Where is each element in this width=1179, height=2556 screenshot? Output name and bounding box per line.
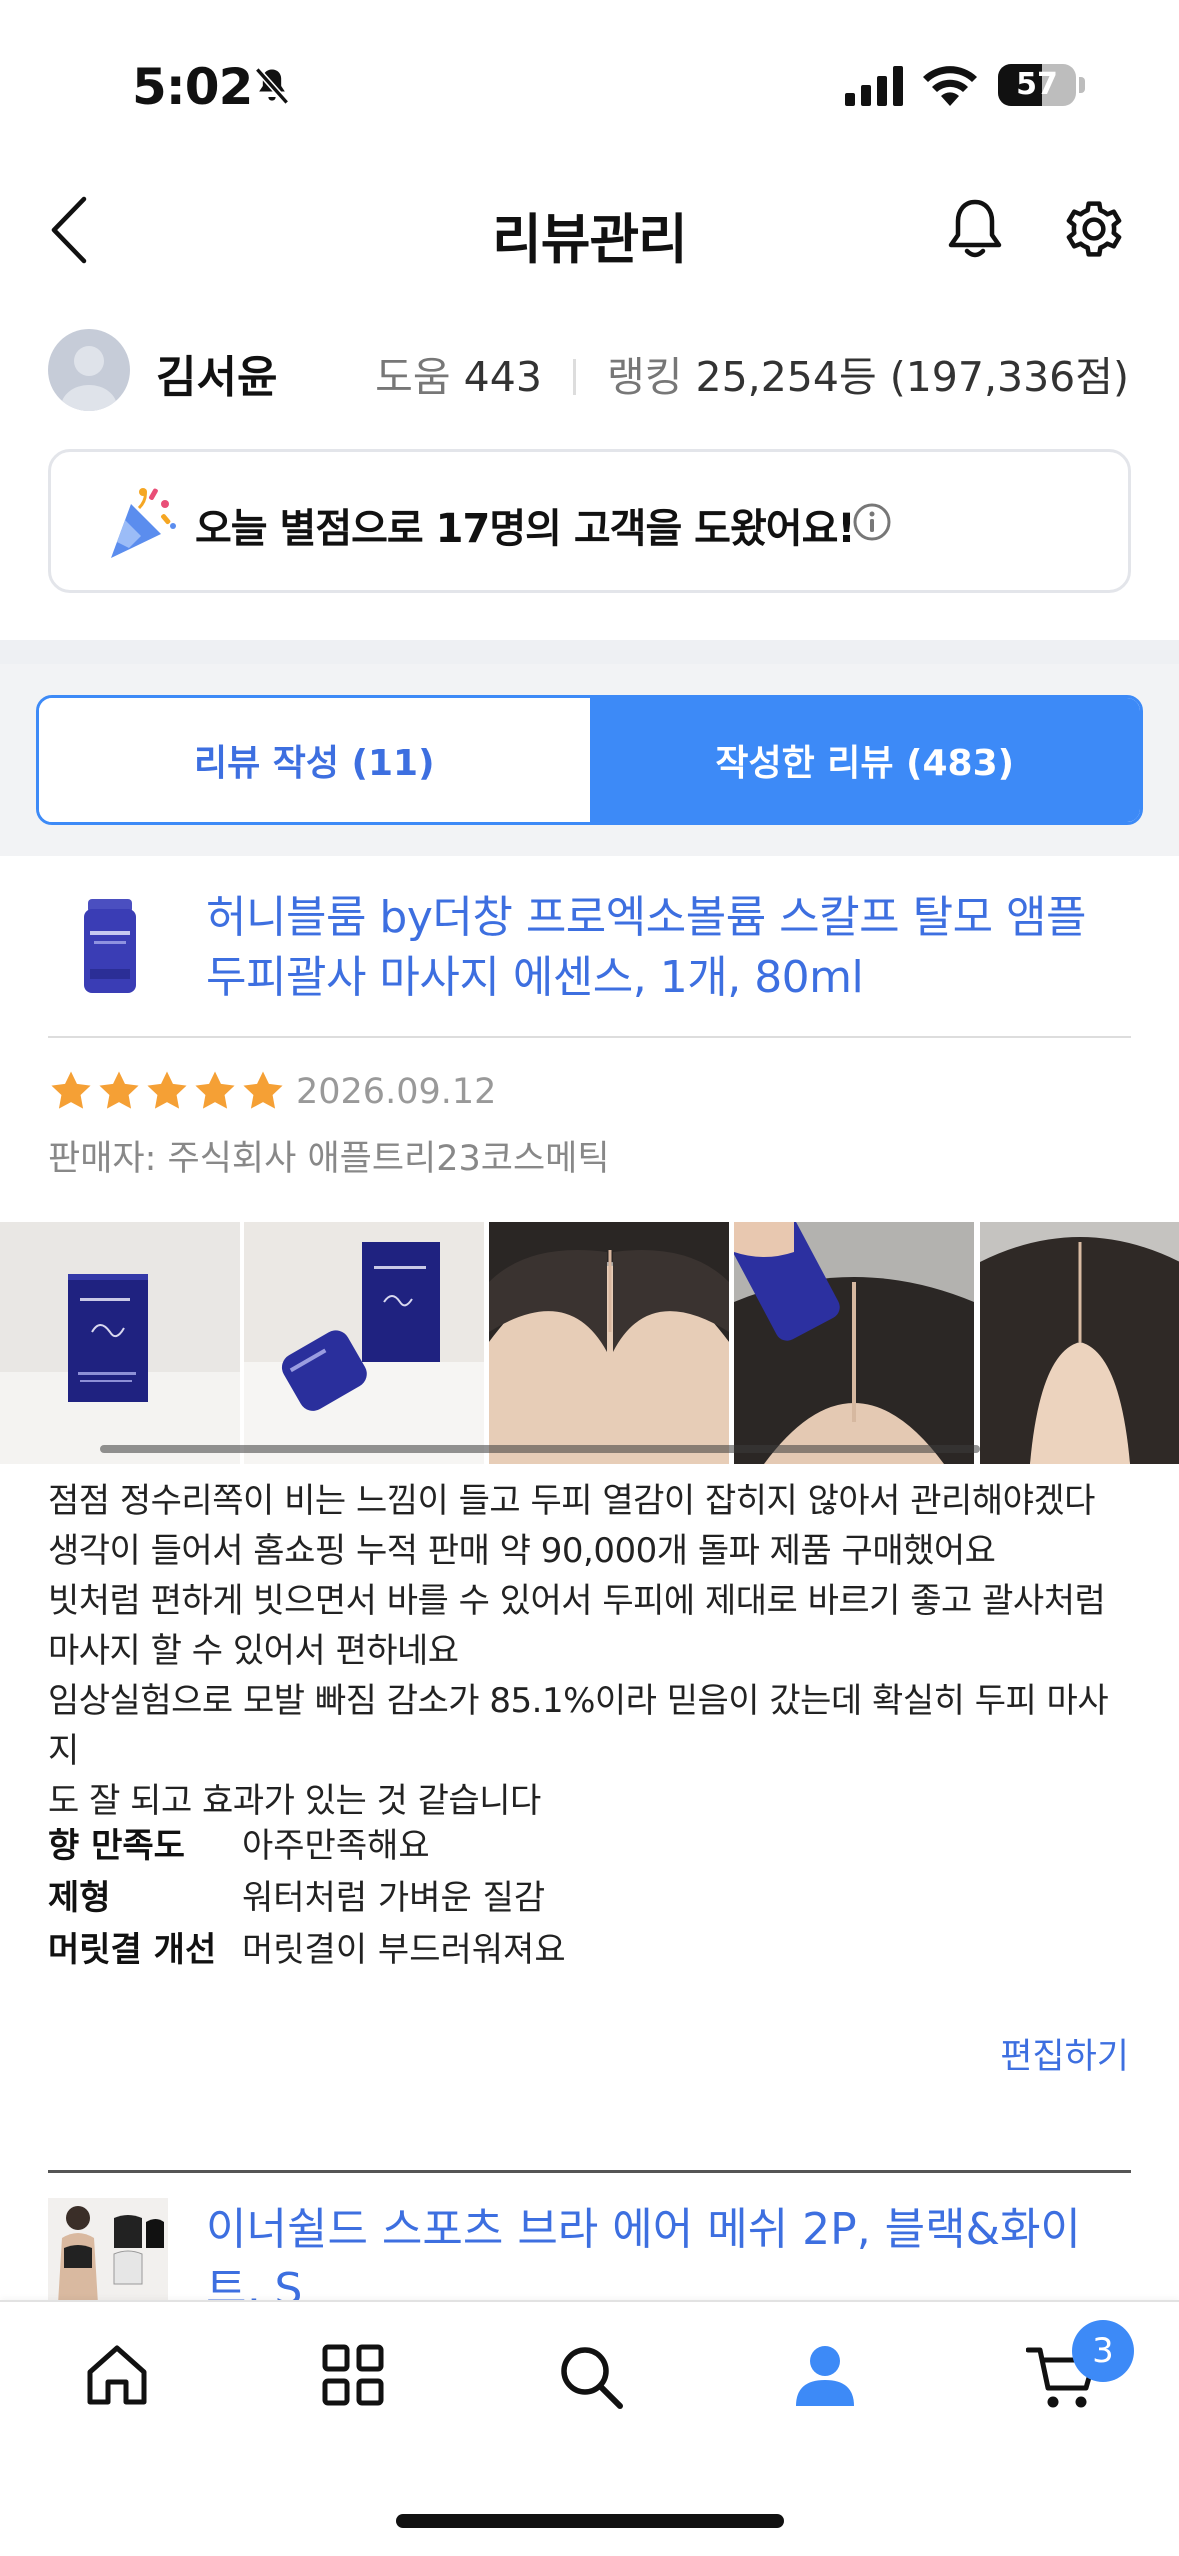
edit-review-button[interactable]: 편집하기 — [1000, 2028, 1129, 2079]
review-photos[interactable] — [0, 1222, 1179, 1464]
divider — [48, 2170, 1131, 2173]
star-icon — [51, 1071, 91, 1109]
ranking-value: 25,254등 (197,336점) — [695, 353, 1129, 401]
review-attributes: 향 만족도 아주만족해요 제형 워터처럼 가벼운 질감 머릿결 개선 머릿결이 … — [48, 1816, 1048, 1972]
search-icon[interactable] — [556, 2342, 626, 2412]
star-icon — [147, 1071, 187, 1109]
review-line: 점점 정수리쪽이 비는 느낌이 들고 두피 열감이 잡히지 않아서 관리해야겠다 — [48, 1481, 1095, 1521]
review-photo-3[interactable] — [489, 1222, 729, 1464]
helped-customers-banner: 오늘 별점으로 17명의 고객을 도왔어요! — [48, 449, 1131, 593]
attribute-row: 제형 워터처럼 가벼운 질감 — [48, 1868, 1048, 1920]
review-body: 점점 정수리쪽이 비는 느낌이 들고 두피 열감이 잡히지 않아서 관리해야겠다… — [48, 1476, 1138, 1826]
avatar[interactable] — [48, 329, 130, 411]
app-header: 리뷰관리 — [0, 175, 1179, 285]
tab-write-review[interactable]: 리뷰 작성 (11) — [39, 698, 590, 822]
product-title-link[interactable]: 허니블룸 by더창 프로엑소볼륨 스칼프 탈모 앰플 두피괄사 마사지 에센스,… — [206, 888, 1126, 1008]
divider — [48, 1036, 1131, 1038]
wifi-icon — [923, 66, 977, 106]
attribute-key: 향 만족도 — [48, 1825, 185, 1866]
battery-icon: 57 — [998, 64, 1076, 106]
section-separator — [0, 640, 1179, 664]
review-line: 마사지 할 수 있어서 편하네요 — [48, 1631, 459, 1671]
info-icon[interactable] — [852, 502, 892, 542]
review-date: 2026.09.12 — [296, 1072, 497, 1112]
review-photo-1[interactable] — [0, 1222, 240, 1464]
review-line: 생각이 들어서 홈쇼핑 누적 판매 약 90,000개 돌파 제품 구매했어요 — [48, 1531, 996, 1571]
attribute-key: 제형 — [48, 1877, 111, 1918]
review-line: 임상실험으로 모발 빠짐 감소가 85.1%이라 믿음이 갔는데 확실히 두피 … — [48, 1681, 1109, 1771]
help-count: 443 — [463, 353, 542, 401]
star-icon — [99, 1071, 139, 1109]
attribute-row: 머릿결 개선 머릿결이 부드러워져요 — [48, 1920, 1048, 1972]
seller-name: 판매자: 주식회사 애플트리23코스메틱 — [48, 1139, 610, 1179]
bell-icon[interactable] — [945, 197, 1005, 261]
star-icon — [243, 1071, 283, 1109]
attribute-key: 머릿결 개선 — [48, 1929, 217, 1970]
star-icon — [195, 1071, 235, 1109]
attribute-row: 향 만족도 아주만족해요 — [48, 1816, 1048, 1868]
battery-cap — [1079, 77, 1085, 93]
my-page-icon[interactable] — [792, 2342, 858, 2408]
user-name: 김서윤 — [156, 352, 278, 403]
bell-off-icon — [254, 67, 290, 105]
product-thumbnail[interactable] — [74, 897, 146, 997]
category-grid-icon[interactable] — [320, 2342, 386, 2408]
attribute-value: 아주만족해요 — [242, 1825, 430, 1866]
attribute-value: 머릿결이 부드러워져요 — [242, 1929, 566, 1970]
review-photo-4[interactable] — [734, 1222, 974, 1464]
review-photo-2[interactable] — [244, 1222, 484, 1464]
attribute-value: 워터처럼 가벼운 질감 — [242, 1877, 546, 1918]
review-tabs: 리뷰 작성 (11) 작성한 리뷰 (483) — [36, 695, 1143, 825]
photo-scrollbar[interactable] — [100, 1445, 980, 1453]
tab-written-reviews[interactable]: 작성한 리뷰 (483) — [589, 698, 1140, 822]
home-icon[interactable] — [84, 2342, 150, 2408]
status-time: 5:02 — [132, 58, 253, 116]
banner-text: 오늘 별점으로 17명의 고객을 도왔어요! — [195, 506, 856, 552]
rating-stars — [48, 1068, 286, 1114]
cellular-signal-icon — [845, 66, 903, 106]
cart-count-badge: 3 — [1072, 2320, 1134, 2382]
help-label: 도움 — [375, 353, 451, 401]
user-stats: 도움 443 랭킹 25,254등 (197,336점) — [375, 343, 1129, 403]
battery-level: 57 — [1016, 67, 1058, 102]
party-popper-icon — [111, 488, 176, 558]
avatar-icon — [61, 346, 117, 411]
ranking-label: 랭킹 — [607, 353, 683, 401]
review-line: 빗처럼 편하게 빗으면서 바를 수 있어서 두피에 제대로 바르기 좋고 괄사처… — [48, 1581, 1106, 1621]
gear-icon[interactable] — [1062, 197, 1126, 261]
status-bar: 5:02 57 — [0, 0, 1179, 175]
product-thumbnail-2[interactable] — [48, 2198, 168, 2304]
stats-divider — [572, 359, 576, 395]
home-indicator — [396, 2514, 784, 2528]
review-photo-5[interactable] — [980, 1222, 1179, 1464]
profile-row: 김서윤 도움 443 랭킹 25,254등 (197,336점) — [0, 315, 1179, 425]
